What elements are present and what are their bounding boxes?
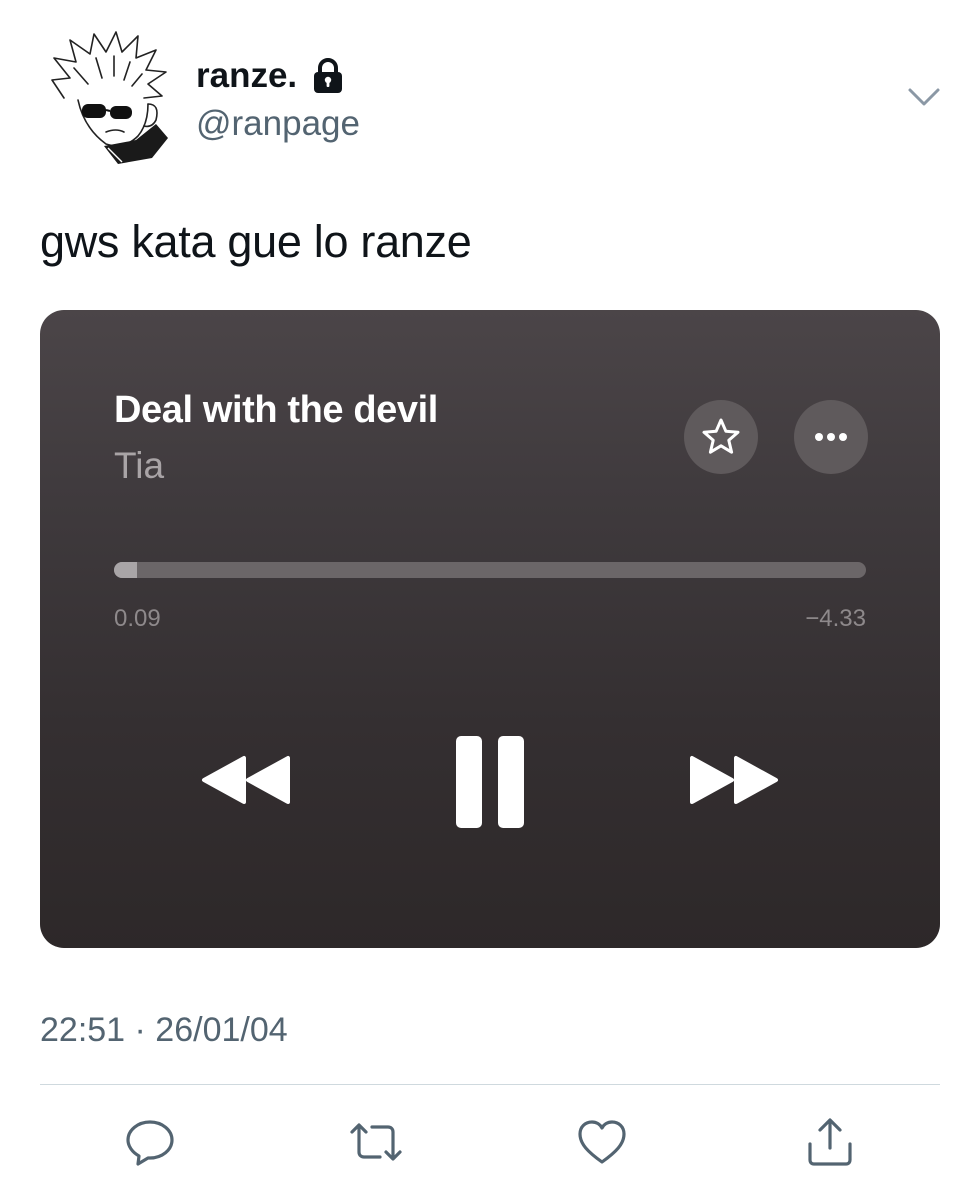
retweet-icon	[350, 1123, 402, 1161]
user-handle[interactable]: @ranpage	[196, 104, 360, 144]
like-button[interactable]	[574, 1114, 630, 1170]
fast-forward-icon	[690, 756, 778, 804]
user-name-row: ranze.	[196, 56, 345, 96]
time-remaining: −4.33	[805, 605, 866, 632]
share-icon	[808, 1118, 852, 1166]
more-options-button[interactable]	[902, 82, 946, 112]
tweet-text: gws kata gue lo ranze	[40, 216, 472, 267]
pause-button[interactable]	[454, 734, 526, 830]
share-button[interactable]	[802, 1114, 858, 1170]
now-playing-card[interactable]: Deal with the devil Tia 0.09 −4.33	[40, 310, 940, 948]
time-elapsed: 0.09	[114, 605, 161, 632]
favorite-button[interactable]	[684, 400, 758, 474]
chevron-down-icon	[908, 88, 940, 106]
reply-icon	[126, 1120, 174, 1166]
manga-character-avatar-icon	[51, 31, 168, 164]
display-name[interactable]: ranze.	[196, 56, 297, 96]
pause-icon	[456, 736, 524, 828]
rewind-icon	[202, 756, 290, 804]
star-icon	[702, 418, 740, 454]
lock-icon	[311, 58, 345, 94]
progress-bar[interactable]	[114, 562, 866, 578]
retweet-button[interactable]	[348, 1114, 404, 1170]
artist-name: Tia	[114, 445, 165, 486]
progress-fill	[114, 562, 137, 578]
ellipsis-icon	[815, 433, 847, 441]
reply-button[interactable]	[122, 1114, 178, 1170]
avatar[interactable]	[44, 28, 172, 166]
song-title: Deal with the devil	[114, 389, 438, 431]
tweet-timestamp[interactable]: 22:51 · 26/01/04	[40, 1010, 288, 1050]
more-button[interactable]	[794, 400, 868, 474]
divider	[40, 1084, 940, 1085]
rewind-button[interactable]	[198, 750, 294, 810]
heart-icon	[578, 1120, 626, 1164]
fast-forward-button[interactable]	[686, 750, 782, 810]
